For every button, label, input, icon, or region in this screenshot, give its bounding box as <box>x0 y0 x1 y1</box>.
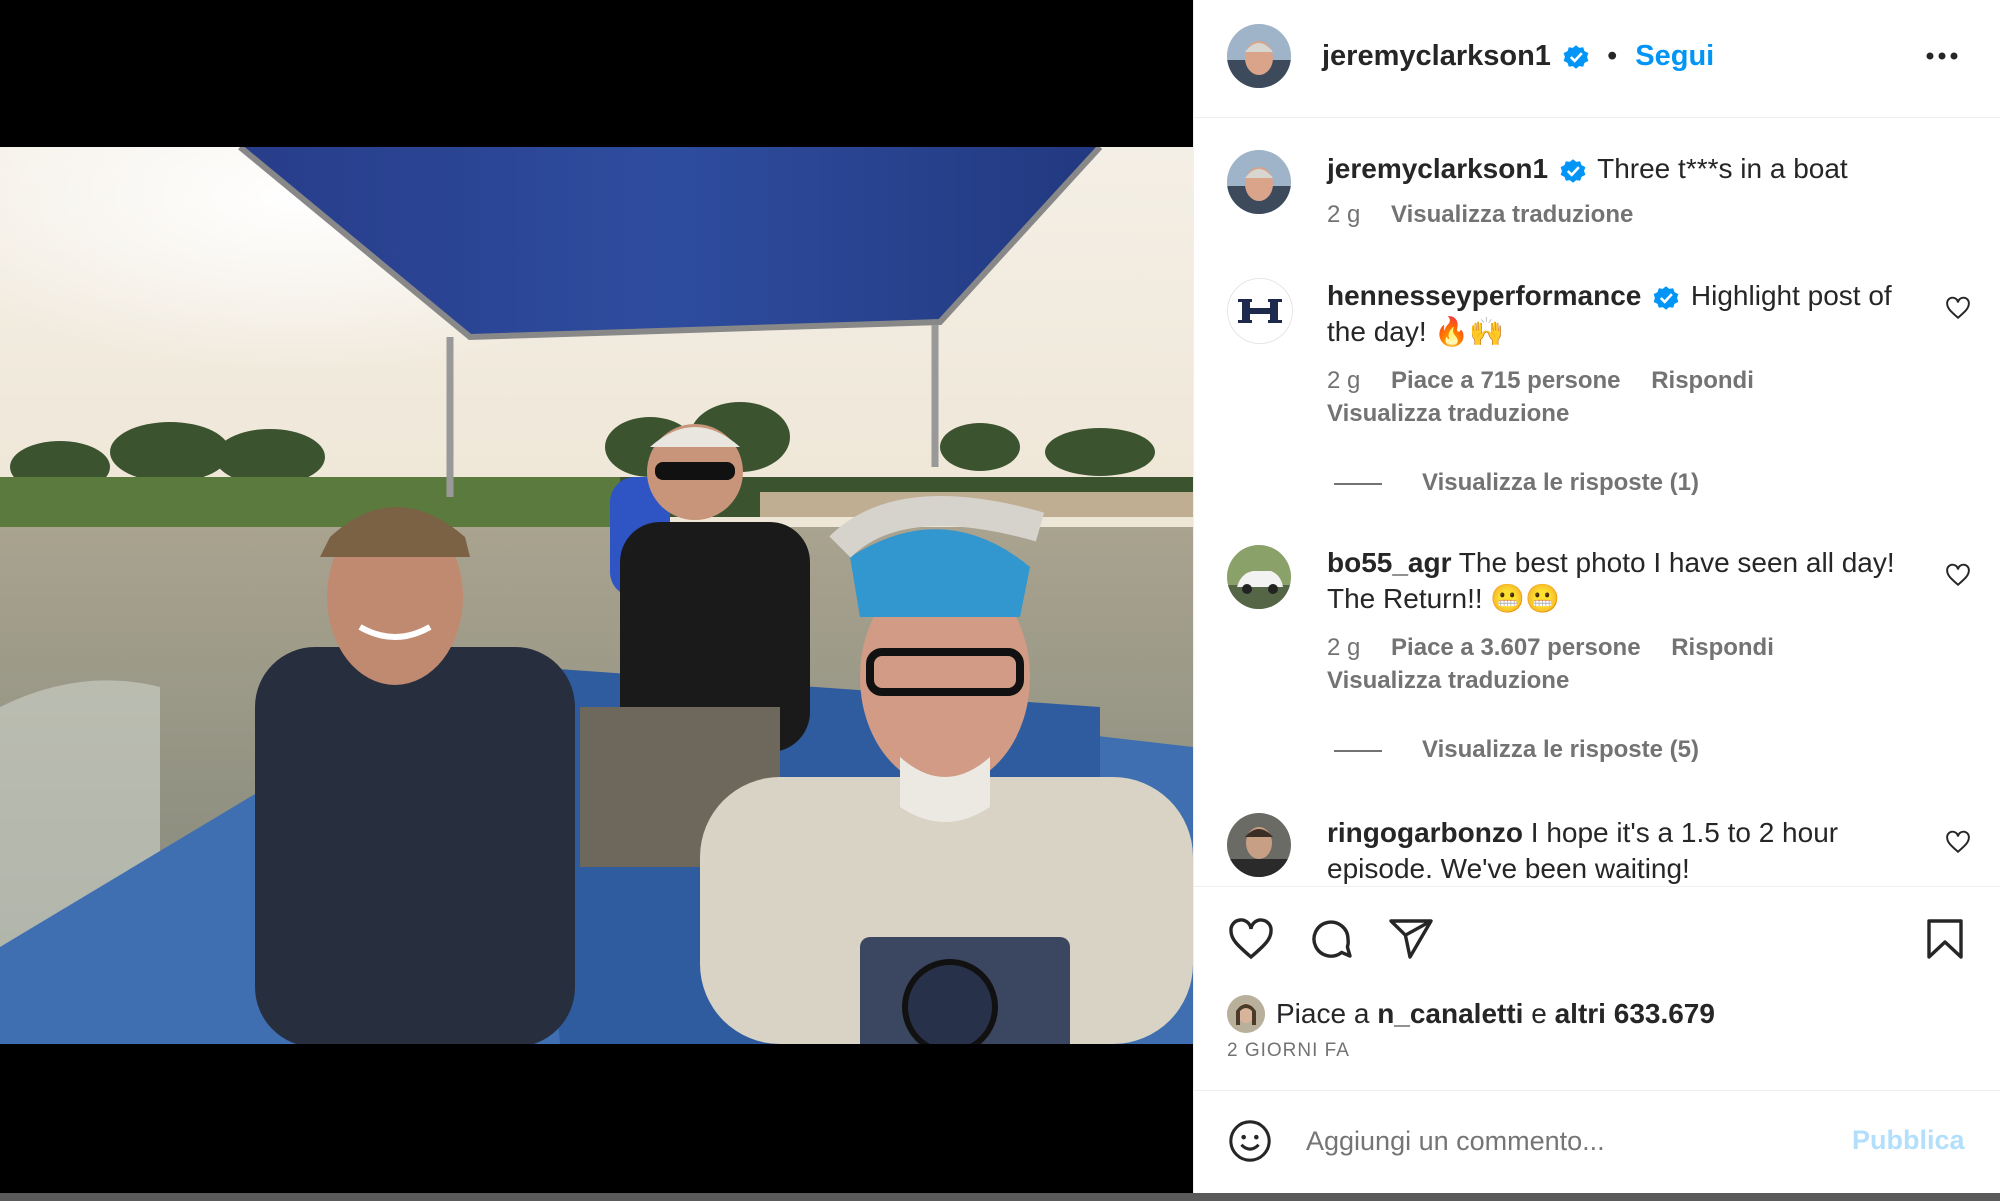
emoji-icon <box>1229 1120 1271 1162</box>
comment-body: hennesseyperformance Highlight post of t… <box>1327 278 1917 350</box>
ringo-avatar-image <box>1227 813 1291 877</box>
comment-like-button[interactable] <box>1945 829 1971 855</box>
hennessey-logo-icon <box>1228 279 1292 343</box>
publish-button[interactable]: Pubblica <box>1852 1125 1965 1156</box>
liker-avatar-image <box>1227 995 1265 1033</box>
comment-avatar[interactable] <box>1227 813 1291 877</box>
replies-line <box>1334 482 1382 485</box>
follow-button[interactable]: Segui <box>1635 40 1714 72</box>
author-username[interactable]: jeremyclarkson1 <box>1322 40 1551 72</box>
liker-avatar[interactable] <box>1227 995 1265 1033</box>
share-button[interactable] <box>1387 915 1435 963</box>
comment-text-continued: episode. We've been waiting! <box>1327 853 1690 884</box>
emoji-button[interactable] <box>1227 1118 1273 1164</box>
likes-joiner: e <box>1531 998 1547 1029</box>
comment-username[interactable]: ringogarbonzo <box>1327 817 1523 848</box>
comment-text-continued: the day! 🔥🙌 <box>1327 316 1505 347</box>
likes-user-link[interactable]: n_canaletti <box>1377 998 1523 1029</box>
comment-age: 2 g <box>1327 634 1361 661</box>
post-side-panel: jeremyclarkson1 • Segui jeremyclarkson1 … <box>1193 0 2000 1193</box>
comment-text: I hope it's a 1.5 to 2 hour <box>1530 817 1839 848</box>
view-replies-label: Visualizza le risposte (1) <box>1422 469 1699 496</box>
caption-age: 2 g <box>1327 201 1361 228</box>
verified-icon <box>1653 285 1679 310</box>
header-divider <box>1194 117 2000 118</box>
comment-like-button[interactable] <box>1945 562 1971 588</box>
verified-icon <box>1560 158 1586 183</box>
comment-likes-count[interactable]: Piace a 3.607 persone <box>1391 634 1641 661</box>
comment-text: Highlight post of <box>1690 280 1892 311</box>
more-icon <box>1926 52 1958 60</box>
comment-avatar[interactable] <box>1227 278 1293 344</box>
view-replies-label: Visualizza le risposte (5) <box>1422 736 1699 763</box>
comment-button[interactable] <box>1307 915 1355 963</box>
comment-icon <box>1312 920 1352 958</box>
caption-avatar[interactable] <box>1227 150 1291 214</box>
heart-icon <box>1946 563 1970 587</box>
comment-text: The best photo I have seen all day! <box>1458 547 1895 578</box>
post-media[interactable] <box>0 0 1193 1193</box>
comment-reply-button[interactable]: Rispondi <box>1671 634 1774 661</box>
caption-username[interactable]: jeremyclarkson1 <box>1327 153 1548 184</box>
comment-age: 2 g <box>1327 367 1361 394</box>
save-button[interactable] <box>1921 915 1969 963</box>
post-timestamp[interactable]: 2 GIORNI FA <box>1227 1040 1350 1062</box>
comment-avatar[interactable] <box>1227 545 1291 609</box>
verified-icon <box>1563 45 1589 70</box>
comment-translate-link[interactable]: Visualizza traduzione <box>1327 400 1569 427</box>
author-avatar-image <box>1227 24 1291 88</box>
comment-box-divider <box>1194 1090 2000 1091</box>
comment-translate-link[interactable]: Visualizza traduzione <box>1327 667 1569 694</box>
likes-prefix: Piace a <box>1276 998 1370 1029</box>
replies-line <box>1334 749 1382 752</box>
comment-input[interactable] <box>1306 1118 1786 1164</box>
comment-username[interactable]: bo55_agr <box>1327 547 1452 578</box>
comment-like-button[interactable] <box>1945 295 1971 321</box>
comments-scroll-clip: ringogarbonzo I hope it's a 1.5 to 2 hou… <box>1194 805 2000 885</box>
heart-icon <box>1946 830 1970 854</box>
comment-reply-button[interactable]: Rispondi <box>1651 367 1754 394</box>
bookmark-icon <box>1927 919 1963 959</box>
header-separator-dot: • <box>1607 40 1618 72</box>
caption-avatar-image <box>1227 150 1291 214</box>
more-options-button[interactable] <box>1922 36 1962 76</box>
likes-others-link[interactable]: altri 633.679 <box>1555 998 1715 1029</box>
comment-username[interactable]: hennesseyperformance <box>1327 280 1641 311</box>
page-bottom-strip <box>0 1193 2000 1201</box>
heart-icon <box>1229 918 1273 960</box>
view-replies-button[interactable]: Visualizza le risposte (5) <box>1334 736 1699 764</box>
share-icon <box>1389 919 1433 959</box>
heart-icon <box>1946 296 1970 320</box>
author-avatar[interactable] <box>1227 24 1291 88</box>
comment-body: ringogarbonzo I hope it's a 1.5 to 2 hou… <box>1327 815 1927 885</box>
comment-likes-count[interactable]: Piace a 715 persone <box>1391 367 1620 394</box>
post-photo[interactable] <box>0 147 1193 1044</box>
view-replies-button[interactable]: Visualizza le risposte (1) <box>1334 469 1699 497</box>
actions-divider <box>1194 886 2000 887</box>
comment-text-continued: The Return!! 😬😬 <box>1327 583 1561 614</box>
comment-body: bo55_agr The best photo I have seen all … <box>1327 545 1927 617</box>
caption-translate-link[interactable]: Visualizza traduzione <box>1391 201 1633 228</box>
caption-text: Three t***s in a boat <box>1597 153 1848 184</box>
car-avatar-image <box>1227 545 1291 609</box>
like-button[interactable] <box>1227 915 1275 963</box>
